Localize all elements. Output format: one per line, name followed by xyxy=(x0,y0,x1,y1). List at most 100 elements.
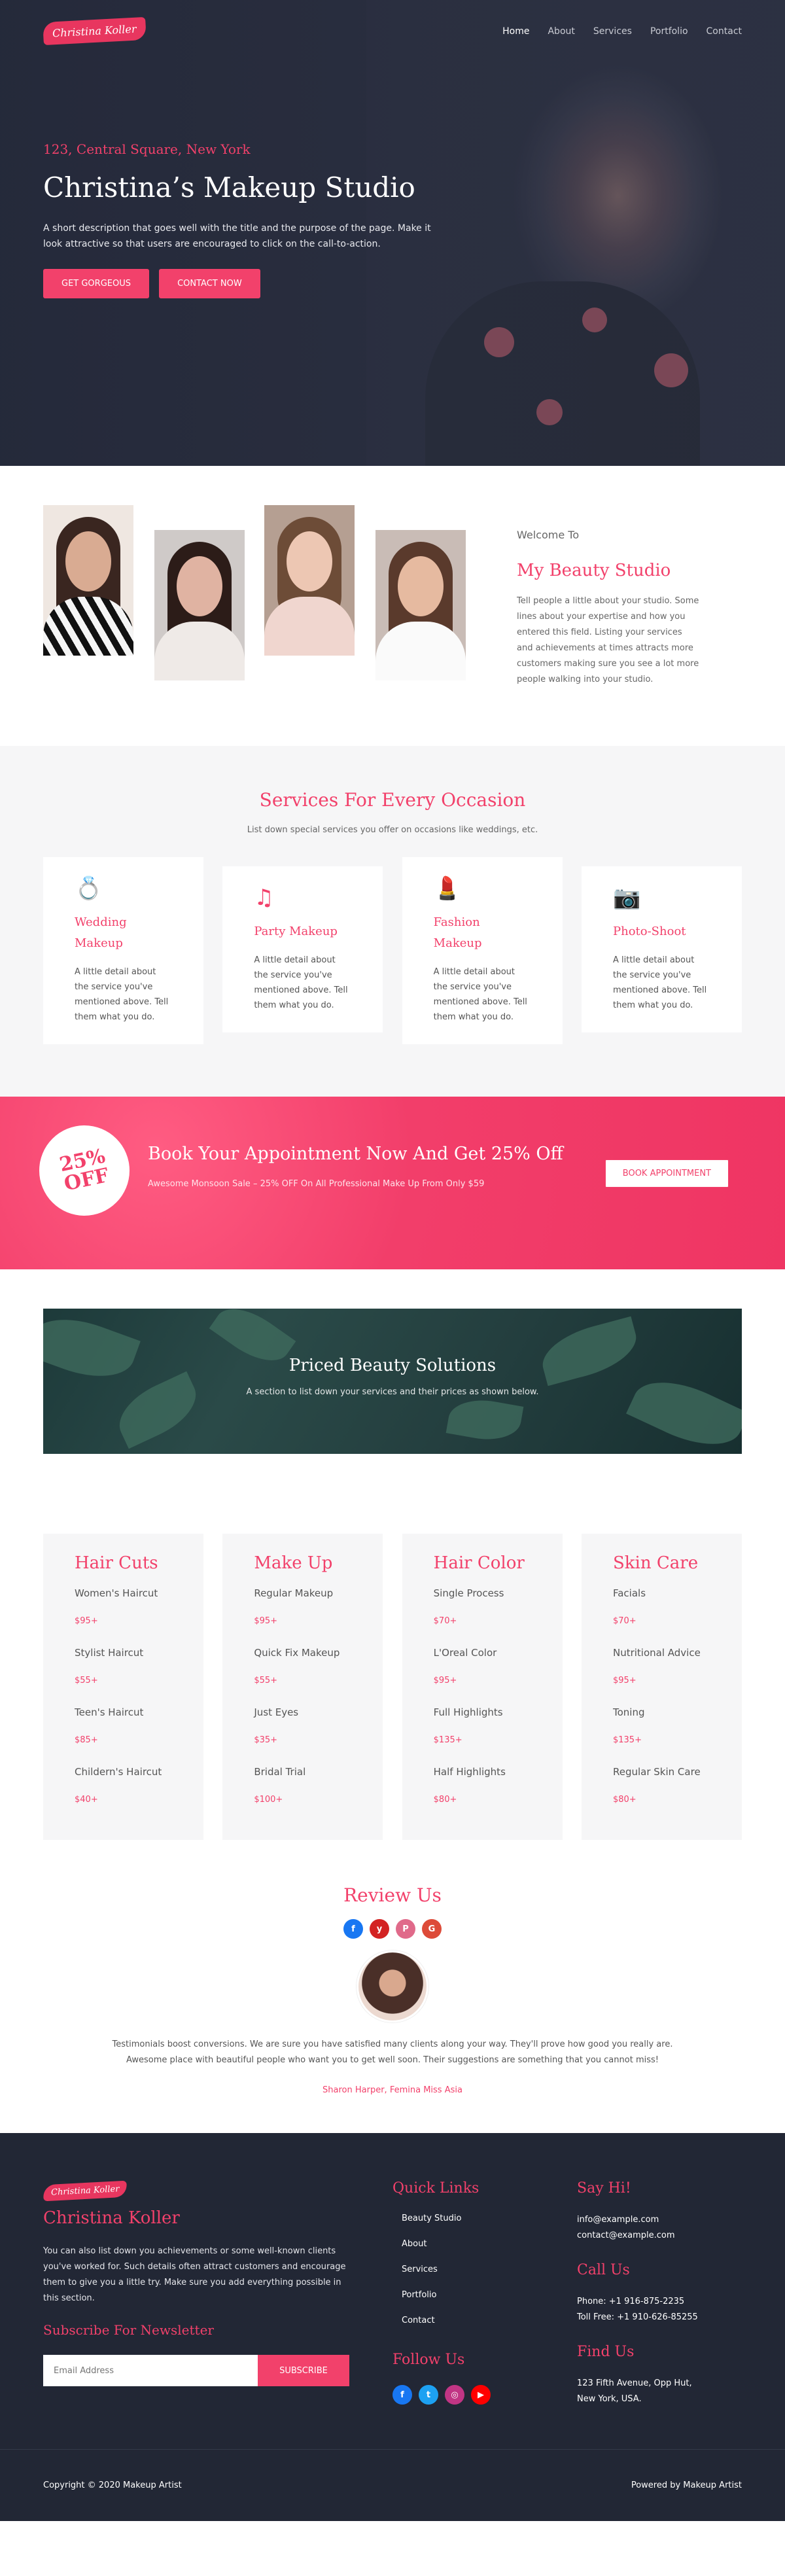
about-section: Welcome To My Beauty Studio Tell people … xyxy=(0,466,785,746)
about-description: Tell people a little about your studio. … xyxy=(517,596,699,684)
nav-item-portfolio[interactable]: Portfolio xyxy=(650,26,688,37)
navbar: Christina Koller Home About Services Por… xyxy=(43,16,742,46)
subscribe-button[interactable]: SUBSCRIBE xyxy=(258,2355,349,2386)
service-card-text: A little detail about the service you've… xyxy=(612,955,707,1010)
gallery-photo-1 xyxy=(43,505,133,656)
gallery-photo-3 xyxy=(264,505,355,656)
quick-links-title: Quick Links xyxy=(392,2180,480,2197)
services-section: Services For Every Occasion List down sp… xyxy=(0,746,785,1097)
contact-now-button[interactable]: CONTACT NOW xyxy=(159,269,260,298)
about-title: My Beauty Studio xyxy=(517,561,671,580)
price-item: Single Process $70+ xyxy=(433,1587,504,1626)
priced-banner: Priced Beauty Solutions A section to lis… xyxy=(43,1309,742,1454)
newsletter-title: Subscribe For Newsletter xyxy=(43,2322,214,2338)
price-item: L'Oreal Color $95+ xyxy=(433,1647,497,1685)
google-icon[interactable]: G xyxy=(422,1919,442,1939)
price-column-make-up: Make Up Regular Makeup $95+ Quick Fix Mak… xyxy=(222,1534,383,1840)
footer-about: Christina Koller Christina Koller You ca… xyxy=(43,2180,351,2386)
price-item: Toning $135+ xyxy=(612,1706,645,1745)
hero-address: 123, Central Square, New York xyxy=(43,141,251,157)
email-input[interactable] xyxy=(43,2355,258,2386)
footer-link-beauty-studio[interactable]: Beauty Studio xyxy=(392,2214,536,2223)
footer-about-text: You can also list down you achievements … xyxy=(43,2246,346,2303)
phone-number[interactable]: Phone: +1 916-875-2235 xyxy=(577,2294,747,2310)
twitter-icon[interactable]: t xyxy=(419,2385,438,2405)
email-info[interactable]: info@example.com xyxy=(577,2212,747,2228)
price-category: Hair Color xyxy=(433,1553,525,1573)
email-contact[interactable]: contact@example.com xyxy=(577,2228,747,2244)
footer-link-services[interactable]: Services xyxy=(392,2265,536,2274)
call-us-title: Call Us xyxy=(577,2262,630,2278)
camera-icon: 📷 xyxy=(612,885,641,911)
price-item: Regular Makeup $95+ xyxy=(254,1587,334,1626)
footer-logo[interactable]: Christina Koller xyxy=(43,2180,128,2202)
service-card-title: Wedding Makeup xyxy=(75,915,127,950)
follow-us-title: Follow Us xyxy=(392,2352,465,2368)
services-subtitle: List down special services you offer on … xyxy=(247,825,538,835)
about-eyebrow: Welcome To xyxy=(517,529,580,541)
nav-item-about[interactable]: About xyxy=(548,26,574,37)
priced-section: Priced Beauty Solutions A section to lis… xyxy=(0,1269,785,1464)
footer: Christina Koller Christina Koller You ca… xyxy=(0,2133,785,2449)
service-cards: 💍 Wedding Makeup A little detail about t… xyxy=(43,857,742,1044)
copyright-bar: Copyright © 2020 Makeup Artist Powered b… xyxy=(0,2449,785,2521)
price-item: Women's Haircut $95+ xyxy=(75,1587,158,1626)
nav-item-home[interactable]: Home xyxy=(502,26,529,37)
nav-item-contact[interactable]: Contact xyxy=(706,26,742,37)
offer-subtitle: Awesome Monsoon Sale – 25% OFF On All Pr… xyxy=(148,1179,485,1189)
copyright-text: Copyright © 2020 Makeup Artist xyxy=(43,2480,182,2490)
footer-link-about[interactable]: About xyxy=(392,2239,536,2249)
services-title: Services For Every Occasion xyxy=(259,789,526,811)
price-column-hair-color: Hair Color Single Process $70+ L'Oreal Co… xyxy=(402,1534,563,1840)
price-item: Quick Fix Makeup $55+ xyxy=(254,1647,340,1685)
priced-subtitle: A section to list down your services and… xyxy=(246,1387,539,1397)
footer-link-portfolio[interactable]: Portfolio xyxy=(392,2290,536,2300)
price-item: Teen's Haircut $85+ xyxy=(75,1706,144,1745)
footer-name: Christina Koller xyxy=(43,2208,180,2228)
reviewer-avatar xyxy=(357,1950,428,2022)
nav-item-services[interactable]: Services xyxy=(593,26,632,37)
youtube-icon[interactable]: ▶ xyxy=(471,2385,491,2405)
address-line-1: 123 Fifth Avenue, Opp Hut, xyxy=(577,2378,692,2388)
hero-section: Christina Koller Home About Services Por… xyxy=(0,0,785,466)
logo[interactable]: Christina Koller xyxy=(43,16,147,46)
music-note-icon: ♫ xyxy=(254,885,274,911)
review-section: Review Us f y P G Testimonials boost con… xyxy=(0,1844,785,2133)
price-list-section: Hair Cuts Women's Haircut $95+ Stylist Ha… xyxy=(0,1464,785,1844)
review-platforms: f y P G xyxy=(0,1919,785,1939)
address-line-2: New York, USA. xyxy=(577,2394,642,2404)
testimonial-author: Sharon Harper, Femina Miss Asia xyxy=(323,2085,462,2095)
nav-menu: Home About Services Portfolio Contact xyxy=(502,26,742,37)
service-card-title: Photo-Shoot xyxy=(612,925,686,938)
offer-title: Book Your Appointment Now And Get 25% Of… xyxy=(148,1144,563,1164)
discount-badge: 25% OFF xyxy=(43,1129,126,1212)
service-card-title: Fashion Makeup xyxy=(433,915,482,950)
get-gorgeous-button[interactable]: GET GORGEOUS xyxy=(43,269,149,298)
hero-description: A short description that goes well with … xyxy=(43,223,431,249)
gallery-photo-4 xyxy=(375,530,466,680)
about-text: Welcome To My Beauty Studio Tell people … xyxy=(517,529,700,688)
instagram-icon[interactable]: ◎ xyxy=(445,2385,464,2405)
service-card-text: A little detail about the service you've… xyxy=(433,967,527,1022)
offer-banner: 25% OFF Book Your Appointment Now And Get… xyxy=(0,1097,785,1269)
price-item: Full Highlights $135+ xyxy=(433,1706,503,1745)
footer-socials: f t ◎ ▶ xyxy=(392,2385,536,2405)
service-card-title: Party Makeup xyxy=(254,925,338,938)
priced-title: Priced Beauty Solutions xyxy=(288,1356,497,1375)
facebook-icon[interactable]: f xyxy=(343,1919,363,1939)
ring-icon: 💍 xyxy=(75,875,103,902)
service-card-photoshoot: 📷 Photo-Shoot A little detail about the … xyxy=(581,866,742,1032)
newsletter-form: SUBSCRIBE xyxy=(43,2355,349,2386)
price-category: Hair Cuts xyxy=(75,1553,158,1573)
book-appointment-button[interactable]: BOOK APPOINTMENT xyxy=(604,1159,729,1188)
price-item: Nutritional Advice $95+ xyxy=(612,1647,701,1685)
price-item: Bridal Trial $100+ xyxy=(254,1766,306,1805)
footer-link-contact[interactable]: Contact xyxy=(392,2316,536,2325)
yelp-icon[interactable]: y xyxy=(370,1919,389,1939)
toll-free-number[interactable]: Toll Free: +1 910-626-85255 xyxy=(577,2310,747,2325)
find-us-title: Find Us xyxy=(577,2344,635,2360)
powered-by-text: Powered by Makeup Artist xyxy=(631,2480,742,2490)
price-item: Just Eyes $35+ xyxy=(254,1706,299,1745)
pinterest-icon[interactable]: P xyxy=(396,1919,415,1939)
facebook-icon[interactable]: f xyxy=(392,2385,412,2405)
